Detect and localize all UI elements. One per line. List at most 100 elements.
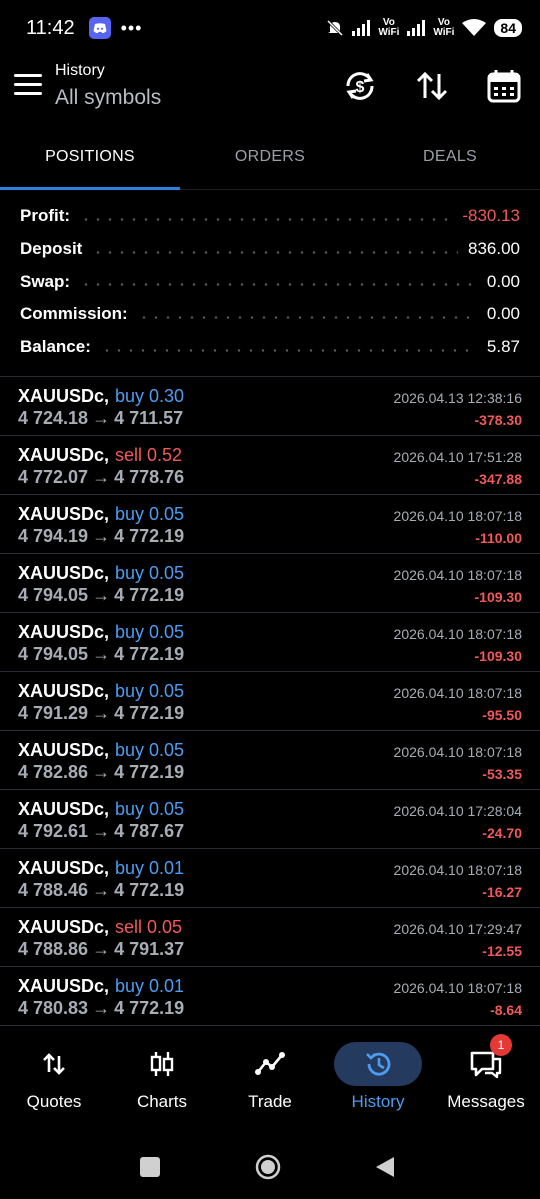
bottom-navigation: Quotes Charts Trade History 1 Messages bbox=[0, 1030, 540, 1130]
position-profit: -53.35 bbox=[482, 766, 522, 782]
position-time: 2026.04.10 17:29:47 bbox=[393, 921, 522, 937]
position-time: 2026.04.10 17:28:04 bbox=[393, 803, 522, 819]
account-summary: Profit: -830.13 Deposit 836.00 Swap: 0.0… bbox=[0, 200, 540, 363]
position-symbol: XAUUSDc, bbox=[18, 976, 110, 996]
close-price: 4 772.19 bbox=[114, 998, 185, 1018]
position-side-volume: buy 0.05 bbox=[115, 740, 185, 760]
position-profit: -24.70 bbox=[482, 825, 522, 841]
position-profit: -110.00 bbox=[475, 530, 522, 546]
position-row[interactable]: XAUUSDc, buy 0.05 4 794.05 → 4 772.19 2026.04… bbox=[0, 554, 540, 613]
position-profit: -95.50 bbox=[482, 707, 522, 723]
position-row[interactable]: XAUUSDc, sell 0.52 4 772.07 → 4 778.76 2026.0… bbox=[0, 436, 540, 495]
position-side-volume: sell 0.52 bbox=[115, 445, 183, 465]
position-symbol: XAUUSDc, bbox=[18, 563, 110, 583]
position-symbol: XAUUSDc, bbox=[18, 504, 110, 524]
position-prices: 4 794.05 → 4 772.19 bbox=[18, 585, 184, 606]
symbol-filter[interactable]: All symbols bbox=[55, 86, 161, 110]
vowifi-label-2: Vo WiFi bbox=[433, 17, 455, 38]
position-row[interactable]: XAUUSDc, buy 0.05 4 782.86 → 4 772.19 2026.04… bbox=[0, 731, 540, 790]
nav-messages[interactable]: 1 Messages bbox=[432, 1030, 540, 1130]
open-price: 4 780.83 bbox=[18, 998, 89, 1018]
close-price: 4 772.19 bbox=[114, 703, 185, 723]
position-symbol: XAUUSDc, bbox=[18, 445, 110, 465]
status-time: 11:42 bbox=[26, 16, 75, 39]
position-time: 2026.04.10 18:07:18 bbox=[393, 744, 522, 760]
signal-icon bbox=[352, 20, 371, 36]
close-price: 4 772.19 bbox=[114, 585, 185, 605]
position-row[interactable]: XAUUSDc, buy 0.05 4 791.29 → 4 772.19 2026.04… bbox=[0, 672, 540, 731]
history-icon bbox=[334, 1042, 422, 1086]
position-side-volume: buy 0.01 bbox=[115, 858, 185, 878]
home-button[interactable] bbox=[254, 1153, 282, 1181]
position-side-volume: buy 0.05 bbox=[115, 563, 185, 583]
position-prices: 4 791.29 → 4 772.19 bbox=[18, 703, 184, 724]
close-price: 4 791.37 bbox=[114, 939, 185, 959]
recents-button[interactable] bbox=[140, 1157, 160, 1177]
position-time: 2026.04.10 18:07:18 bbox=[393, 862, 522, 878]
position-row[interactable]: XAUUSDc, buy 0.05 4 794.19 → 4 772.19 2026.04… bbox=[0, 495, 540, 554]
nav-quotes[interactable]: Quotes bbox=[0, 1030, 108, 1130]
summary-commission: Commission: 0.00 bbox=[0, 298, 540, 331]
calendar-icon[interactable] bbox=[484, 66, 524, 106]
open-price: 4 782.86 bbox=[18, 762, 89, 782]
page-title: History bbox=[55, 62, 105, 79]
back-button[interactable] bbox=[374, 1155, 396, 1179]
position-side-volume: buy 0.01 bbox=[115, 976, 185, 996]
position-prices: 4 794.05 → 4 772.19 bbox=[18, 644, 184, 665]
position-prices: 4 772.07 → 4 778.76 bbox=[18, 467, 184, 488]
nav-trade[interactable]: Trade bbox=[216, 1030, 324, 1130]
arrow-right-icon: → bbox=[92, 821, 111, 841]
close-price: 4 772.19 bbox=[114, 644, 185, 664]
sort-icon[interactable] bbox=[412, 66, 452, 106]
position-prices: 4 780.83 → 4 772.19 bbox=[18, 998, 184, 1019]
arrow-right-icon: → bbox=[92, 408, 111, 428]
arrow-right-icon: → bbox=[92, 880, 111, 900]
position-profit: -109.30 bbox=[474, 589, 522, 605]
position-side-volume: sell 0.05 bbox=[115, 917, 183, 937]
tab-positions[interactable]: POSITIONS bbox=[0, 128, 180, 190]
arrow-right-icon: → bbox=[92, 703, 111, 723]
close-price: 4 787.67 bbox=[114, 821, 185, 841]
position-side-volume: buy 0.05 bbox=[115, 799, 185, 819]
position-time: 2026.04.10 18:07:18 bbox=[393, 980, 522, 996]
position-row[interactable]: XAUUSDc, buy 0.05 4 794.05 → 4 772.19 2026.04… bbox=[0, 613, 540, 672]
position-profit: -109.30 bbox=[474, 648, 522, 664]
tab-orders[interactable]: ORDERS bbox=[180, 128, 360, 189]
tab-bar: POSITIONS ORDERS DEALS bbox=[0, 128, 540, 190]
close-price: 4 711.57 bbox=[114, 408, 184, 428]
position-profit: -12.55 bbox=[482, 943, 522, 959]
dotted-leader bbox=[137, 315, 477, 319]
nav-label: Trade bbox=[248, 1092, 292, 1111]
quotes-icon bbox=[10, 1042, 98, 1086]
nav-history[interactable]: History bbox=[324, 1030, 432, 1130]
summary-balance: Balance: 5.87 bbox=[0, 331, 540, 364]
position-row[interactable]: XAUUSDc, sell 0.05 4 788.86 → 4 791.37 2026.0… bbox=[0, 908, 540, 967]
nav-charts[interactable]: Charts bbox=[108, 1030, 216, 1130]
position-profit: -347.88 bbox=[474, 471, 522, 487]
unread-badge: 1 bbox=[490, 1034, 512, 1056]
summary-label: Swap: bbox=[20, 271, 71, 291]
close-price: 4 772.19 bbox=[114, 880, 185, 900]
system-navigation bbox=[0, 1140, 540, 1196]
dotted-leader bbox=[80, 217, 453, 221]
position-row[interactable]: XAUUSDc, buy 0.05 4 792.61 → 4 787.67 2026.04… bbox=[0, 790, 540, 849]
position-profit: -378.30 bbox=[474, 412, 522, 428]
summary-value: -830.13 bbox=[462, 206, 520, 226]
menu-icon[interactable] bbox=[14, 74, 42, 98]
position-prices: 4 788.86 → 4 791.37 bbox=[18, 939, 184, 960]
position-side-volume: buy 0.05 bbox=[115, 504, 185, 524]
trade-icon bbox=[226, 1042, 314, 1086]
currency-exchange-icon[interactable]: $ bbox=[340, 66, 380, 106]
position-prices: 4 782.86 → 4 772.19 bbox=[18, 762, 184, 783]
discord-icon bbox=[88, 17, 111, 39]
position-row[interactable]: XAUUSDc, buy 0.30 4 724.18 → 4 711.57 2026.04… bbox=[0, 377, 540, 436]
position-prices: 4 792.61 → 4 787.67 bbox=[18, 821, 184, 842]
open-price: 4 791.29 bbox=[18, 703, 89, 723]
arrow-right-icon: → bbox=[92, 998, 111, 1018]
arrow-right-icon: → bbox=[92, 762, 111, 782]
position-side-volume: buy 0.05 bbox=[115, 622, 185, 642]
position-row[interactable]: XAUUSDc, buy 0.01 4 788.46 → 4 772.19 2026.04… bbox=[0, 849, 540, 908]
position-row[interactable]: XAUUSDc, buy 0.01 4 780.83 → 4 772.19 2026.04… bbox=[0, 967, 540, 1026]
tab-deals[interactable]: DEALS bbox=[360, 128, 540, 189]
position-time: 2026.04.10 18:07:18 bbox=[393, 567, 522, 583]
